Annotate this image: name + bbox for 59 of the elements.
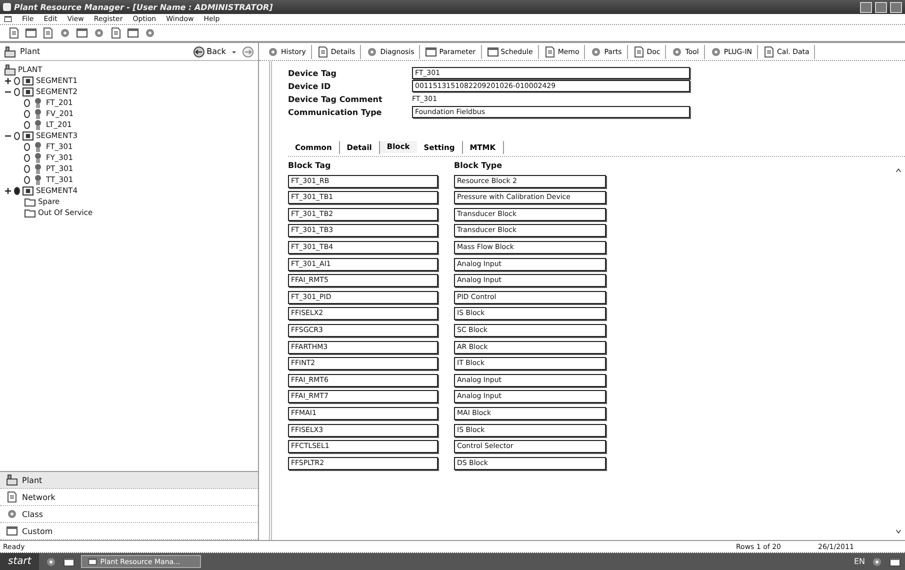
segment-icon [22,130,34,142]
tray-icon [889,556,901,568]
scroll-down-icon [894,527,902,536]
maximize-button[interactable] [875,2,887,12]
field-label: Communication Type [288,108,383,116]
scroll-up-icon [894,166,902,175]
column-header: Block Type [454,161,504,171]
window-icon [486,46,499,58]
pane-title: Plant [20,47,40,56]
segment-icon [22,74,34,86]
gear-icon [366,46,378,58]
document-icon [8,27,20,39]
navigation-item[interactable]: Class [0,506,258,523]
segment-icon [22,86,34,98]
window-icon [425,46,438,58]
plant-icon [4,64,16,76]
expand-icon[interactable] [4,186,12,194]
app-icon [88,557,98,566]
instrument-icon [32,174,44,186]
gear-icon [144,27,156,39]
window-icon [76,27,88,39]
gear-icon [590,46,602,58]
document-icon [110,27,122,39]
instrument-icon [32,118,44,130]
column-header: Block Tag [288,161,332,171]
gear-icon [93,27,105,39]
expand-icon[interactable] [4,76,12,84]
field-label: Device Tag Comment [288,94,384,104]
gear-icon [710,46,722,58]
window-icon [127,27,139,39]
plant-icon [4,46,16,58]
field-label: Device ID [288,82,332,90]
instrument-icon [32,96,44,108]
gear-icon [671,46,684,58]
instrument-icon [32,140,44,152]
window-icon [25,27,37,39]
instrument-icon [32,162,44,174]
back-button[interactable]: Back [192,46,226,58]
navigation-item[interactable]: Network [0,489,258,506]
close-button[interactable] [890,2,902,12]
gear-icon [59,27,71,39]
document-icon [42,27,54,39]
language-indicator: EN [854,557,865,566]
plant-icon [6,474,18,486]
segment-icon [22,184,34,196]
tray-icon [871,556,883,568]
start-button[interactable]: start [0,553,40,570]
instrument-icon [32,108,44,120]
instrument-icon [32,152,44,164]
folder-icon [24,196,36,208]
navigation-item[interactable]: Plant [0,472,258,489]
folder-icon [24,206,36,218]
navigation-item[interactable]: Custom [0,523,258,540]
field-label: Device Tag [288,68,338,78]
app-icon [3,3,11,11]
quick-launch-icon [63,556,76,568]
quick-launch-icon [45,556,58,568]
window-title: Plant Resource Manager - [User Name : ADMINISTRATOR] [14,2,273,12]
minimize-button[interactable] [860,2,872,12]
